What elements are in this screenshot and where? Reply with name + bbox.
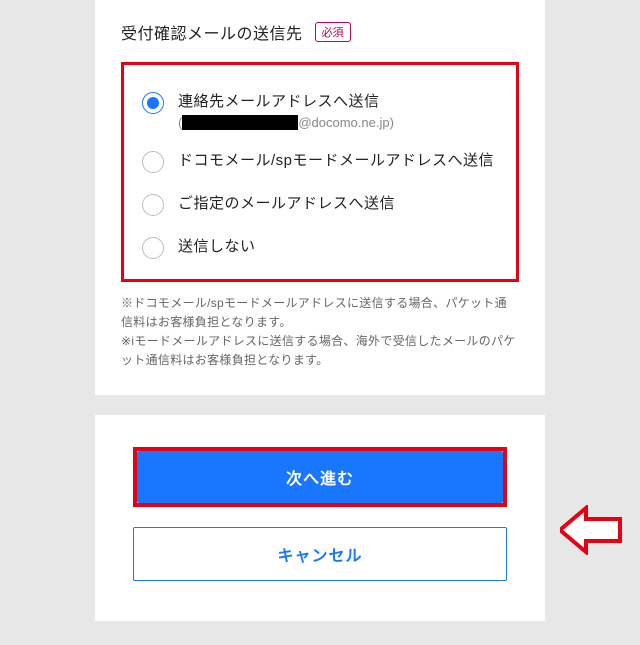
radio-circle-icon bbox=[142, 237, 164, 259]
radio-circle-icon bbox=[142, 92, 164, 114]
radio-option-docomo-sp[interactable]: ドコモメール/spモードメールアドレスへ送信 bbox=[142, 140, 498, 183]
primary-button-highlight: 次へ進む bbox=[133, 447, 507, 507]
radio-label: 送信しない bbox=[178, 236, 256, 258]
radio-option-contact-email[interactable]: 連絡先メールアドレスへ送信 ( @docomo.ne.jp) bbox=[142, 81, 498, 140]
section-header: 受付確認メールの送信先 必須 bbox=[121, 20, 519, 44]
radio-circle-icon bbox=[142, 151, 164, 173]
radio-label: ドコモメール/spモードメールアドレスへ送信 bbox=[178, 150, 494, 172]
radio-label: 連絡先メールアドレスへ送信 bbox=[178, 91, 394, 113]
radio-label: ご指定のメールアドレスへ送信 bbox=[178, 193, 395, 215]
next-button[interactable]: 次へ進む bbox=[137, 451, 503, 503]
note-text-2: ※iモードメールアドレスに送信する場合、海外で受信したメールのパケット通信料はお… bbox=[121, 332, 519, 370]
required-badge: 必須 bbox=[315, 22, 351, 42]
radio-group-highlight: 連絡先メールアドレスへ送信 ( @docomo.ne.jp) ドコモメール/sp… bbox=[121, 62, 519, 282]
sublabel-domain: @docomo.ne.jp) bbox=[298, 115, 394, 130]
note-text-1: ※ドコモメール/spモードメールアドレスに送信する場合、パケット通信料はお客様負… bbox=[121, 294, 519, 332]
cancel-button[interactable]: キャンセル bbox=[133, 527, 507, 581]
radio-sublabel: ( @docomo.ne.jp) bbox=[178, 115, 394, 130]
arrow-left-icon bbox=[560, 505, 622, 555]
section-title: 受付確認メールの送信先 bbox=[121, 20, 303, 44]
radio-circle-icon bbox=[142, 194, 164, 216]
redacted-email-local bbox=[182, 115, 298, 130]
radio-option-specified-email[interactable]: ご指定のメールアドレスへ送信 bbox=[142, 183, 498, 226]
radio-option-no-send[interactable]: 送信しない bbox=[142, 226, 498, 269]
